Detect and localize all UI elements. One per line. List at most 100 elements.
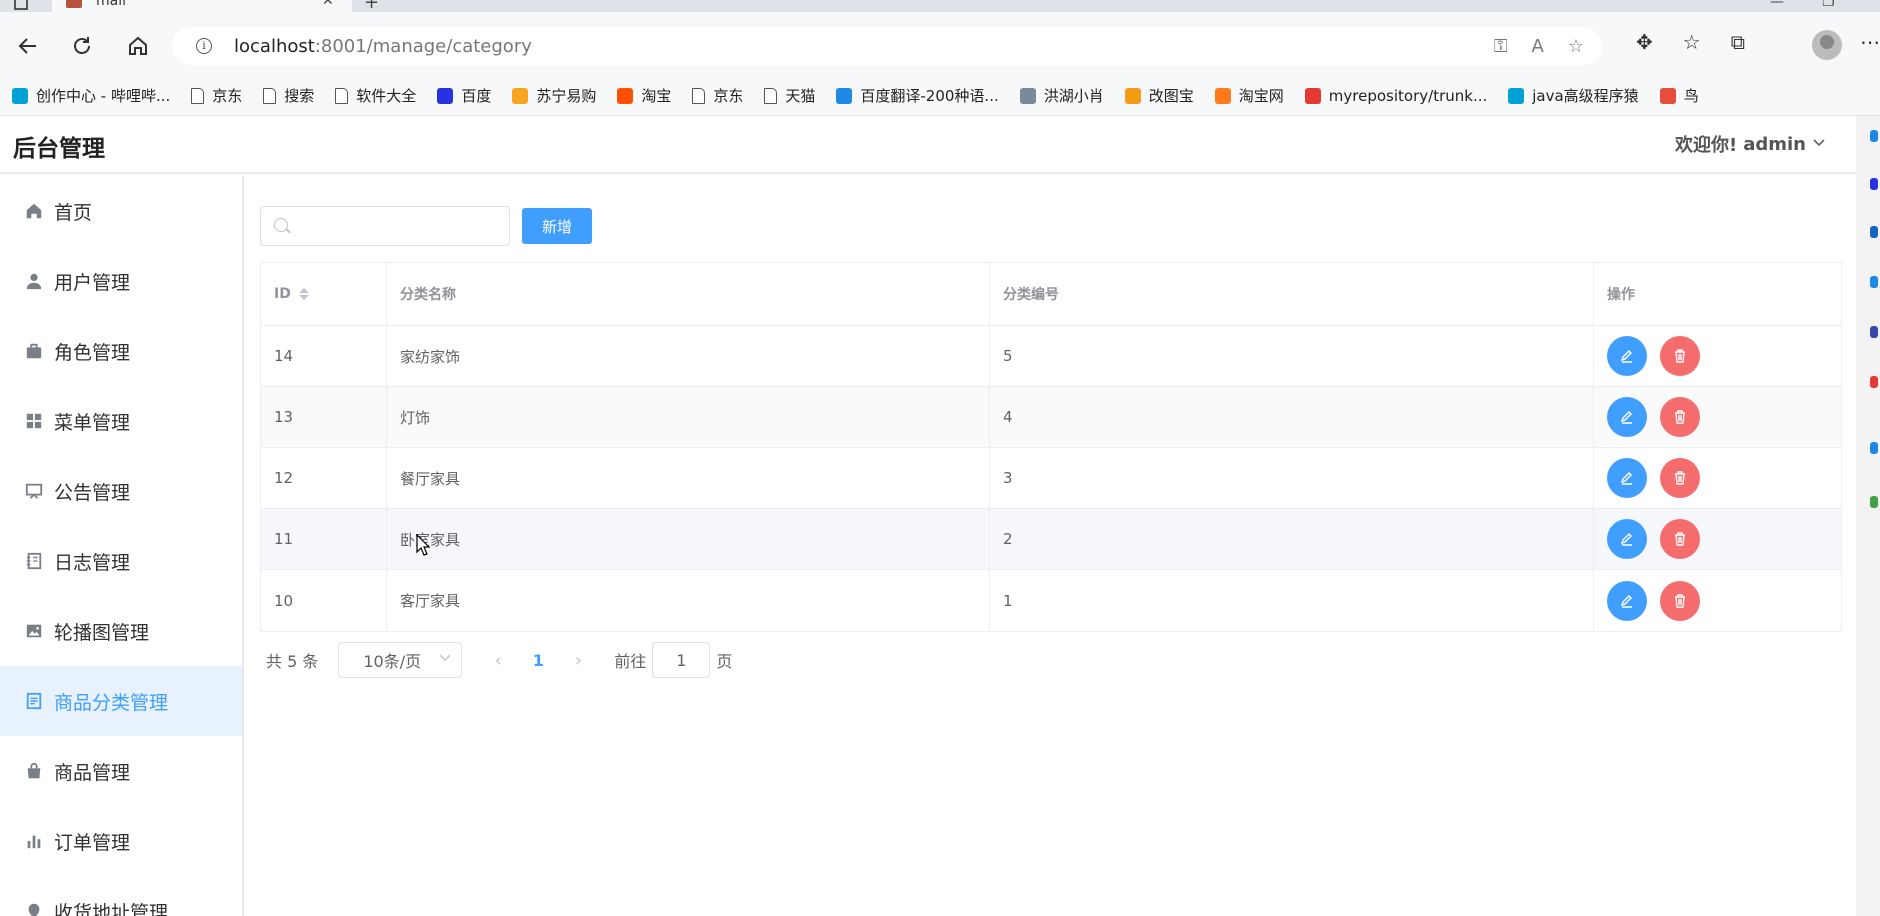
cell-actions bbox=[1594, 387, 1841, 447]
bookmark-label: 京东 bbox=[713, 87, 744, 105]
edit-button[interactable] bbox=[1607, 519, 1647, 559]
table-row[interactable]: 12 餐厅家具 3 bbox=[261, 448, 1841, 509]
search-icon bbox=[274, 218, 288, 232]
edit-button[interactable] bbox=[1607, 580, 1647, 621]
bookmark-item[interactable]: 百度翻译-200种语... bbox=[836, 85, 999, 106]
bookmark-label: myrepository/trunk... bbox=[1328, 86, 1488, 105]
sidebar-item-3[interactable]: 菜单管理 bbox=[0, 386, 242, 456]
table-row[interactable]: 13 灯饰 4 bbox=[261, 387, 1841, 448]
tab-close-icon[interactable]: ✕ bbox=[322, 0, 334, 9]
taobao-icon bbox=[1214, 87, 1231, 104]
sidebar-item-10[interactable]: 收货地址管理 bbox=[0, 876, 242, 916]
bookmark-item[interactable]: 京东 bbox=[191, 85, 242, 106]
edit-button[interactable] bbox=[1607, 336, 1647, 376]
sidebar-item-label: 收货地址管理 bbox=[54, 901, 169, 916]
bookmark-item[interactable]: 改图宝 bbox=[1124, 85, 1194, 106]
pagination: 共 5 条 10条/页 ‹ 1 › 前往 页 bbox=[266, 642, 732, 678]
main-content: 新增 ID 分类名称 分类编号 操作 14 家纺家饰 5 13 灯饰 4 12 餐厅家具 3 11… bbox=[244, 176, 1856, 916]
bookmark-item[interactable]: 洪湖小肖 bbox=[1019, 85, 1104, 106]
bookmark-item[interactable]: 百度 bbox=[437, 85, 491, 106]
table-row[interactable]: 11 卧室家具 2 bbox=[261, 509, 1841, 570]
sidebar-item-0[interactable]: 首页 bbox=[0, 176, 242, 246]
bookmark-item[interactable]: 鸟 bbox=[1659, 85, 1699, 106]
page-icon bbox=[335, 87, 349, 104]
collections-icon[interactable]: ⧉ bbox=[1731, 30, 1745, 54]
key-icon[interactable]: ⚿ bbox=[1494, 36, 1508, 57]
board-icon bbox=[24, 481, 44, 501]
delete-button[interactable] bbox=[1660, 458, 1700, 498]
edit-button[interactable] bbox=[1607, 458, 1647, 498]
edit-icon bbox=[1620, 411, 1632, 424]
sidebar-item-4[interactable]: 公告管理 bbox=[0, 456, 242, 526]
bookmark-item[interactable]: 京东 bbox=[692, 85, 743, 106]
back-icon[interactable] bbox=[14, 32, 42, 60]
edit-button[interactable] bbox=[1607, 397, 1647, 437]
site-info-icon[interactable]: i bbox=[196, 38, 212, 54]
page-number[interactable]: 1 bbox=[518, 651, 558, 670]
bookmark-item[interactable]: 淘宝 bbox=[617, 85, 671, 106]
bookmark-item[interactable]: 苏宁易购 bbox=[512, 85, 596, 106]
grid-icon bbox=[24, 411, 44, 431]
page-icon bbox=[692, 87, 706, 104]
page-icon bbox=[191, 87, 205, 104]
delete-button[interactable] bbox=[1660, 336, 1700, 376]
window-restore-icon[interactable]: ❐ bbox=[1822, 0, 1835, 10]
sidebar-item-6[interactable]: 轮播图管理 bbox=[0, 596, 242, 666]
bookmark-item[interactable]: 搜索 bbox=[263, 85, 314, 106]
address-bar[interactable]: i localhost:8001/manage/category ⚿ A ☆ bbox=[172, 27, 1602, 65]
column-header-code: 分类编号 bbox=[990, 263, 1594, 325]
cell-actions bbox=[1594, 570, 1841, 631]
prev-page-icon[interactable]: ‹ bbox=[478, 650, 518, 671]
goto-page-input[interactable] bbox=[652, 642, 711, 678]
sidebar-item-7[interactable]: 商品分类管理 bbox=[0, 666, 242, 736]
bookmark-item[interactable]: java高级程序猿 bbox=[1508, 85, 1639, 106]
sidebar-item-label: 首页 bbox=[54, 201, 93, 224]
tab-title[interactable]: mall bbox=[96, 0, 126, 9]
add-button[interactable]: 新增 bbox=[522, 208, 592, 244]
username: admin bbox=[1743, 133, 1806, 155]
user-menu[interactable]: 欢迎你! admin bbox=[1675, 131, 1826, 157]
read-aloud-icon[interactable]: A bbox=[1532, 36, 1544, 57]
page-size-select[interactable]: 10条/页 bbox=[338, 642, 463, 678]
delete-button[interactable] bbox=[1660, 397, 1700, 437]
delete-button[interactable] bbox=[1660, 580, 1700, 621]
chevron-down-icon bbox=[439, 651, 451, 665]
table-row[interactable]: 10 客厅家具 1 bbox=[261, 570, 1841, 631]
favorites-icon[interactable]: ☆ bbox=[1683, 30, 1701, 54]
search-input[interactable] bbox=[297, 215, 497, 239]
refresh-icon[interactable] bbox=[68, 32, 96, 60]
sidebar-item-label: 商品分类管理 bbox=[54, 691, 169, 714]
app-header: 后台管理 欢迎你! admin bbox=[0, 116, 1856, 174]
add-favorite-icon[interactable]: ☆ bbox=[1568, 36, 1584, 57]
column-header-id[interactable]: ID bbox=[261, 263, 387, 325]
window-minimize-icon[interactable]: — bbox=[1770, 0, 1784, 10]
more-menu-icon[interactable]: ⋯ bbox=[1860, 30, 1880, 54]
bookmark-label: 搜索 bbox=[284, 87, 315, 105]
url-text[interactable]: localhost:8001/manage/category bbox=[234, 36, 532, 57]
bookmark-item[interactable]: myrepository/trunk... bbox=[1304, 86, 1488, 105]
search-field[interactable] bbox=[260, 206, 510, 246]
sidebar-item-label: 商品管理 bbox=[54, 761, 131, 784]
tab-actions-icon[interactable] bbox=[14, 0, 28, 10]
sidebar-item-label: 订单管理 bbox=[54, 831, 131, 854]
profile-avatar[interactable] bbox=[1812, 30, 1842, 60]
bookmark-item[interactable]: 创作中心 - 哔哩哔... bbox=[12, 85, 170, 106]
bookmark-item[interactable]: 淘宝网 bbox=[1214, 85, 1284, 106]
home-icon[interactable] bbox=[124, 32, 152, 60]
baidu-icon bbox=[437, 87, 454, 104]
next-page-icon[interactable]: › bbox=[558, 650, 598, 671]
sidebar-item-5[interactable]: 日志管理 bbox=[0, 526, 242, 596]
bookmark-item[interactable]: 软件大全 bbox=[335, 85, 416, 106]
sidebar-item-2[interactable]: 角色管理 bbox=[0, 316, 242, 386]
sidebar-item-9[interactable]: 订单管理 bbox=[0, 806, 242, 876]
browser-tab-strip: mall ✕ + — ❐ bbox=[0, 0, 1880, 13]
bookmark-label: 洪湖小肖 bbox=[1043, 87, 1104, 105]
delete-button[interactable] bbox=[1660, 519, 1700, 559]
sidebar-item-8[interactable]: 商品管理 bbox=[0, 736, 242, 806]
sort-icon[interactable] bbox=[298, 288, 309, 300]
bookmark-item[interactable]: 天猫 bbox=[764, 85, 815, 106]
extensions-icon[interactable]: ✥ bbox=[1636, 30, 1653, 54]
bookmark-label: 淘宝网 bbox=[1238, 87, 1284, 105]
table-row[interactable]: 14 家纺家饰 5 bbox=[261, 326, 1841, 387]
sidebar-item-1[interactable]: 用户管理 bbox=[0, 246, 242, 316]
